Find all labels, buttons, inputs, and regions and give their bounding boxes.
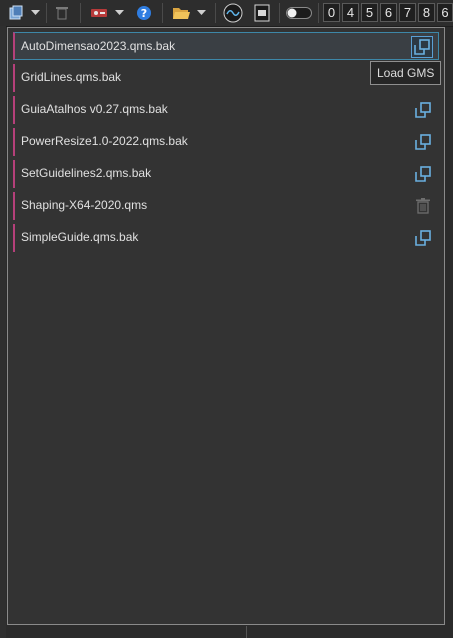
list-item-label: AutoDimensao2023.qms.bak	[21, 39, 176, 53]
list-item[interactable]: Shaping-X64-2020.qms	[13, 192, 439, 220]
number-button[interactable]: 7	[399, 3, 416, 22]
svg-text:?: ?	[141, 7, 147, 20]
tooltip: Load GMS	[370, 61, 442, 85]
background-divider	[246, 626, 247, 638]
list-item[interactable]: GuiaAtalhos v0.27.qms.bak	[13, 96, 439, 124]
number-button[interactable]: 6	[437, 3, 453, 22]
trash-icon[interactable]	[53, 3, 71, 23]
number-button[interactable]: 8	[418, 3, 435, 22]
background-canvas	[0, 26, 6, 638]
list-item-label: SetGuidelines2.qms.bak	[21, 166, 152, 180]
toggle-switch[interactable]	[285, 3, 313, 23]
folder-open-icon[interactable]	[170, 3, 192, 23]
list-item-label: PowerResize1.0-2022.qms.bak	[21, 134, 188, 148]
list-item-label: Shaping-X64-2020.qms	[21, 198, 148, 212]
chevron-down-icon[interactable]	[28, 3, 42, 23]
trash-icon[interactable]	[412, 195, 434, 217]
load-gms-icon[interactable]	[412, 131, 434, 153]
list-item[interactable]: SetGuidelines2.qms.bak	[13, 160, 439, 188]
list-item[interactable]: AutoDimensao2023.qms.bak	[13, 32, 439, 60]
list-item[interactable]: SimpleGuide.qms.bak	[13, 224, 439, 252]
list-item-label: GridLines.qms.bak	[21, 70, 122, 84]
chevron-down-icon[interactable]	[112, 3, 126, 23]
list-item-label: GuiaAtalhos v0.27.qms.bak	[21, 102, 168, 116]
number-button[interactable]: 4	[342, 3, 359, 22]
help-icon[interactable]: ?	[135, 3, 153, 23]
document-icon[interactable]	[252, 3, 272, 23]
macro-manager-icon[interactable]	[6, 3, 26, 23]
record-icon[interactable]	[88, 3, 110, 23]
macro-list-dropdown: AutoDimensao2023.qms.bak GridLines.qms.b…	[7, 27, 445, 625]
load-gms-icon[interactable]	[412, 99, 434, 121]
number-button[interactable]: 6	[380, 3, 397, 22]
number-button[interactable]: 5	[361, 3, 378, 22]
load-gms-icon[interactable]	[412, 227, 434, 249]
chevron-down-icon[interactable]	[194, 3, 208, 23]
load-gms-icon[interactable]	[412, 163, 434, 185]
number-button[interactable]: 0	[323, 3, 340, 22]
list-item-label: SimpleGuide.qms.bak	[21, 230, 139, 244]
toolbar: ? 0 4 5 6 7 8 6	[0, 0, 453, 27]
list-item[interactable]: PowerResize1.0-2022.qms.bak	[13, 128, 439, 156]
load-gms-icon[interactable]	[411, 36, 433, 58]
waveform-icon[interactable]	[222, 3, 244, 23]
